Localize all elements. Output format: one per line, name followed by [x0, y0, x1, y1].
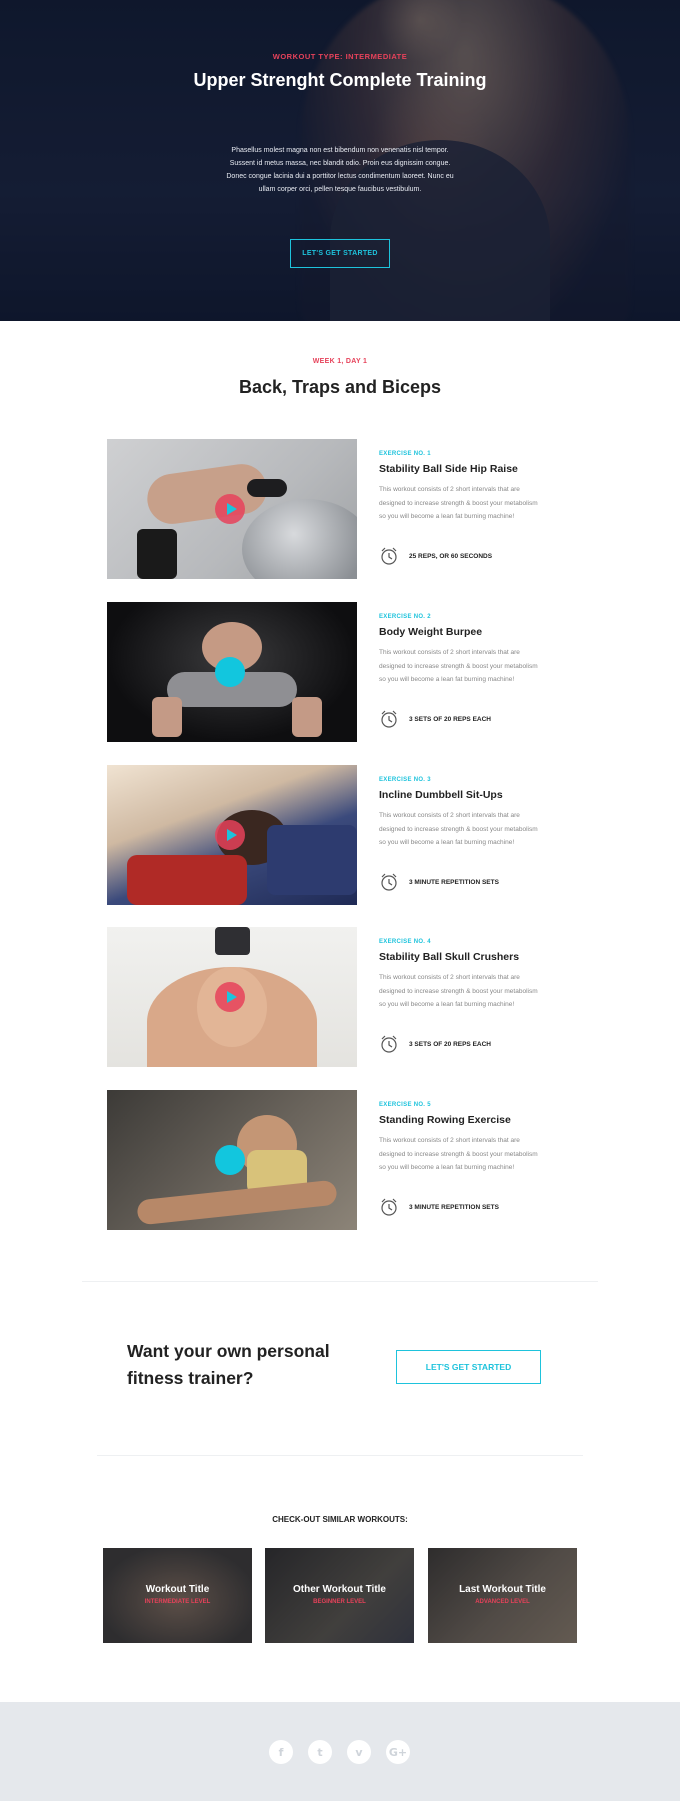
exercise-title: Incline Dumbbell Sit-Ups [379, 789, 503, 801]
workout-card-level: BEGINNER LEVEL [313, 1599, 366, 1605]
vimeo-icon[interactable]: v [347, 1740, 371, 1764]
exercise-number: EXERCISE NO. 2 [379, 614, 431, 620]
play-button[interactable] [215, 494, 245, 524]
facebook-icon[interactable]: f [269, 1740, 293, 1764]
exercise-title: Stability Ball Skull Crushers [379, 951, 520, 963]
alarm-clock-icon [381, 873, 397, 891]
exercise-reps: 3 SETS OF 20 REPS EACH [409, 715, 491, 723]
footer: f t v G+ [0, 1702, 680, 1801]
alarm-clock-icon [381, 1035, 397, 1053]
exercise-title: Stability Ball Side Hip Raise [379, 463, 518, 475]
divider [97, 1455, 583, 1456]
exercise-image[interactable] [107, 765, 357, 905]
exercise-title: Body Weight Burpee [379, 626, 483, 638]
exercise-number: EXERCISE NO. 3 [379, 777, 431, 783]
workout-card[interactable]: Last Workout Title ADVANCED LEVEL [428, 1548, 577, 1643]
workout-card-title: Other Workout Title [293, 1584, 386, 1595]
exercise-reps: 3 MINUTE REPETITION SETS [409, 1203, 499, 1211]
exercise-item: EXERCISE NO. 5 Standing Rowing Exercise … [107, 1090, 538, 1230]
cta-get-started-button[interactable]: LET'S GET STARTED [396, 1350, 541, 1384]
workout-card[interactable]: Workout Title INTERMEDIATE LEVEL [103, 1548, 252, 1643]
play-icon [226, 991, 237, 1003]
hero-section: WORKOUT TYPE: INTERMEDIATE Upper Strengh… [0, 0, 680, 321]
alarm-clock-icon [381, 547, 397, 565]
exercise-image[interactable] [107, 1090, 357, 1230]
workout-card-level: ADVANCED LEVEL [475, 1599, 530, 1605]
exercise-description: This workout consists of 2 short interva… [379, 486, 538, 520]
exercise-reps: 25 REPS, OR 60 SECONDS [409, 552, 493, 560]
hero-workout-type: WORKOUT TYPE: INTERMEDIATE [272, 52, 408, 61]
alarm-clock-icon [381, 1198, 397, 1216]
exercise-reps: 3 MINUTE REPETITION SETS [409, 878, 499, 886]
play-icon [226, 503, 237, 515]
exercise-item: EXERCISE NO. 1 Stability Ball Side Hip R… [107, 439, 538, 579]
exercise-number: EXERCISE NO. 5 [379, 1102, 431, 1108]
exercise-description: This workout consists of 2 short interva… [379, 974, 538, 1008]
play-button[interactable] [215, 1145, 245, 1175]
exercise-item: EXERCISE NO. 2 Body Weight Burpee This w… [107, 602, 538, 742]
exercise-reps: 3 SETS OF 20 REPS EACH [409, 1040, 491, 1048]
exercise-number: EXERCISE NO. 1 [379, 451, 431, 457]
section-title: Back, Traps and Biceps [238, 377, 442, 397]
exercise-item: EXERCISE NO. 4 Stability Ball Skull Crus… [107, 927, 538, 1067]
workout-card-title: Last Workout Title [459, 1584, 546, 1595]
play-button[interactable] [215, 657, 245, 687]
workout-card[interactable]: Other Workout Title BEGINNER LEVEL [265, 1548, 414, 1643]
google-plus-icon[interactable]: G+ [386, 1740, 410, 1764]
workout-card-title: Workout Title [145, 1584, 210, 1595]
exercise-title: Standing Rowing Exercise [379, 1114, 511, 1126]
exercise-number: EXERCISE NO. 4 [379, 939, 431, 945]
exercise-description: This workout consists of 2 short interva… [379, 812, 538, 846]
hero-get-started-button[interactable]: LET'S GET STARTED [290, 239, 390, 268]
alarm-clock-icon [381, 710, 397, 728]
hero-title: Upper Strenght Complete Training [193, 70, 487, 90]
divider [82, 1281, 598, 1282]
play-icon [226, 829, 237, 841]
exercise-description: This workout consists of 2 short interva… [379, 1137, 538, 1171]
section-day-tag: WEEK 1, DAY 1 [312, 358, 368, 365]
workout-card-level: INTERMEDIATE LEVEL [144, 1599, 211, 1605]
exercise-image[interactable] [107, 602, 357, 742]
play-button[interactable] [215, 820, 245, 850]
twitter-icon[interactable]: t [308, 1740, 332, 1764]
similar-workouts-title: CHECK-OUT SIMILAR WORKOUTS: [272, 1515, 408, 1524]
play-button[interactable] [215, 982, 245, 1012]
exercise-item: EXERCISE NO. 3 Incline Dumbbell Sit-Ups … [107, 765, 538, 905]
hero-description: Phasellus molest magna non est bibendum … [226, 147, 454, 193]
exercise-image[interactable] [107, 927, 357, 1067]
cta-heading: Want your own personal fitness trainer? [127, 1341, 330, 1388]
exercise-image[interactable] [107, 439, 357, 579]
exercise-description: This workout consists of 2 short interva… [379, 649, 538, 683]
